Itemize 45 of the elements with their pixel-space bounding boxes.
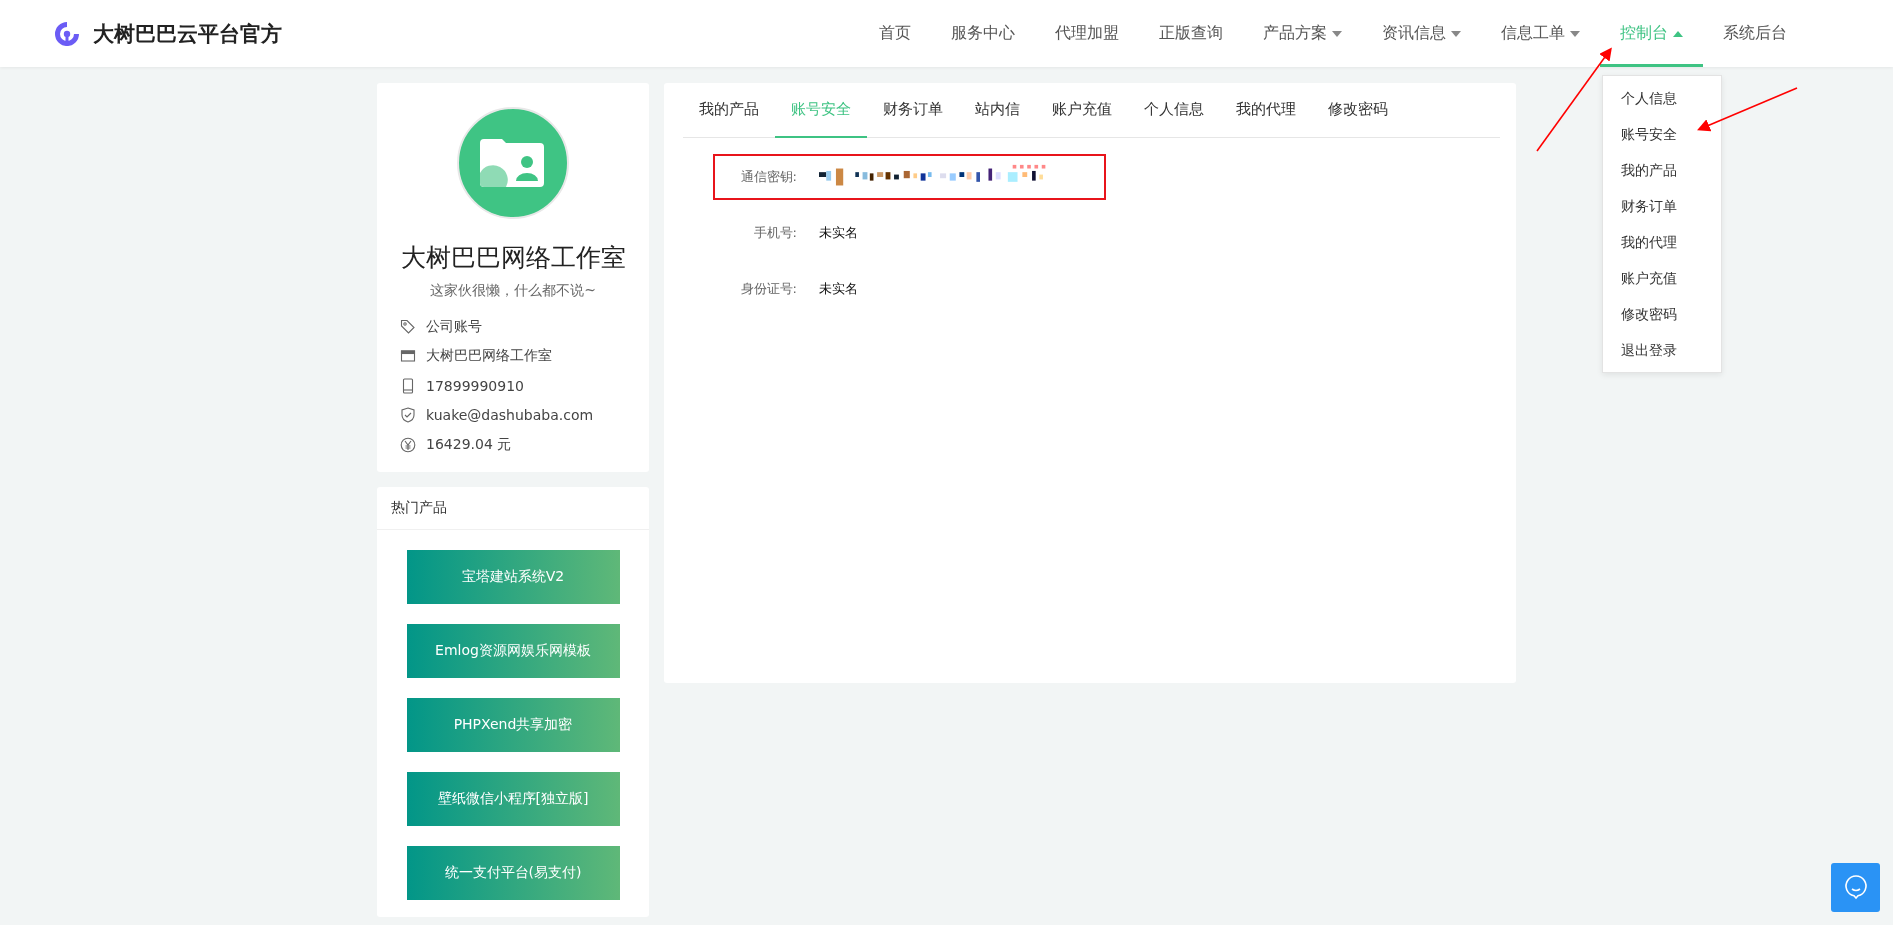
site-title: 大树巴巴云平台官方 (93, 20, 282, 48)
menu-item[interactable]: 账号安全 (1603, 116, 1721, 152)
nav-link[interactable]: 代理加盟 (1035, 0, 1139, 67)
menu-item[interactable]: 我的产品 (1603, 152, 1721, 188)
yen-icon (400, 436, 416, 453)
profile-bio: 这家伙很懒，什么都不说~ (430, 282, 596, 300)
profile-detail: kuake@dashubaba.com (426, 407, 594, 424)
logo-icon (53, 19, 81, 48)
profile-name: 大树巴巴网络工作室 (400, 242, 626, 274)
tab[interactable]: 财务订单 (867, 83, 959, 138)
shield-check-icon (400, 407, 416, 424)
chat-button[interactable] (1831, 863, 1880, 912)
nav-link[interactable]: 信息工单 (1481, 0, 1600, 67)
profile-detail: 17899990910 (426, 377, 524, 394)
menu-item[interactable]: 账户充值 (1603, 260, 1721, 296)
tab[interactable]: 修改密码 (1312, 83, 1404, 138)
tab[interactable]: 个人信息 (1128, 83, 1220, 138)
tab[interactable]: 账户充值 (1036, 83, 1128, 138)
menu-item[interactable]: 个人信息 (1603, 80, 1721, 116)
card-icon (400, 348, 416, 365)
field-value: 未实名 (819, 280, 858, 298)
field-label: 通信密钥: (739, 168, 797, 186)
nav-link[interactable]: 资讯信息 (1362, 0, 1481, 67)
tab[interactable]: 站内信 (959, 83, 1036, 138)
nav-link[interactable]: 首页 (859, 0, 931, 67)
nav-link[interactable]: 系统后台 (1703, 0, 1807, 67)
profile-detail: 公司账号 (426, 317, 482, 336)
nav-link[interactable]: 产品方案 (1243, 0, 1362, 67)
tag-icon (400, 318, 416, 335)
menu-item[interactable]: 财务订单 (1603, 188, 1721, 224)
field-value: 未实名 (819, 224, 858, 242)
nav-link[interactable]: 正版查询 (1139, 0, 1243, 67)
field-label: 手机号: (752, 224, 797, 242)
phone-icon (400, 377, 416, 394)
tab[interactable]: 我的代理 (1220, 83, 1312, 138)
chat-bubble-icon (1842, 874, 1869, 901)
card-title: 热门产品 (377, 486, 649, 530)
menu-item[interactable]: 退出登录 (1603, 332, 1721, 368)
tab[interactable]: 我的产品 (683, 83, 775, 138)
menu-item[interactable]: 修改密码 (1603, 296, 1721, 332)
nav-link[interactable]: 服务中心 (931, 0, 1035, 67)
profile-detail: 大树巴巴网络工作室 (426, 347, 552, 366)
profile-detail: 16429.04 元 (426, 435, 512, 454)
field-label: 身份证号: (739, 280, 797, 298)
menu-item[interactable]: 我的代理 (1603, 224, 1721, 260)
